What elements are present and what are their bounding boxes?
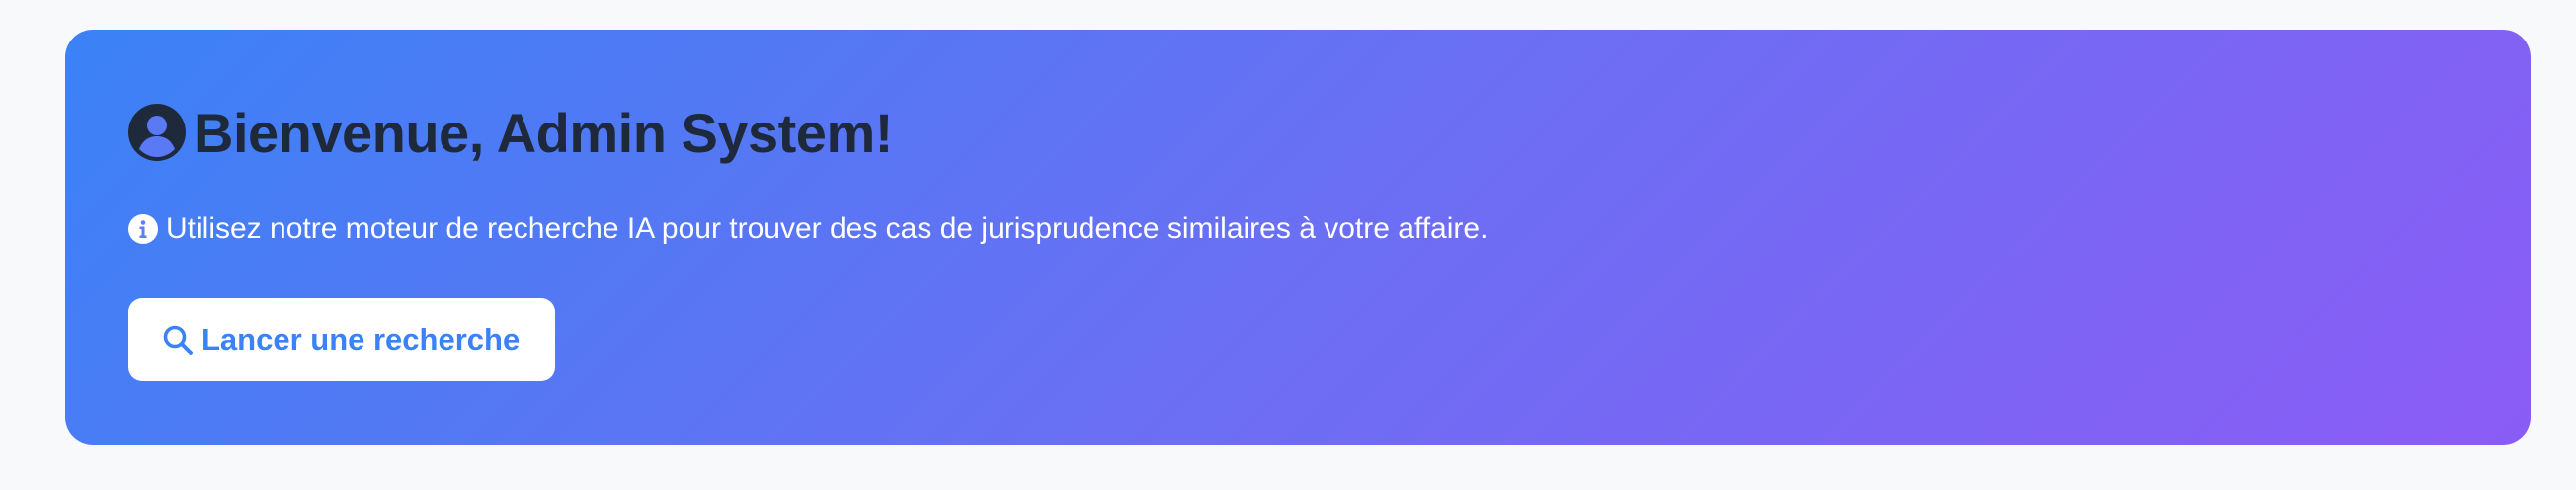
launch-search-button[interactable]: Lancer une recherche	[128, 298, 556, 381]
user-circle-icon	[128, 104, 186, 161]
info-message: Utilisez notre moteur de recherche IA po…	[128, 209, 1488, 249]
search-button-label: Lancer une recherche	[201, 322, 521, 357]
welcome-banner: Bienvenue, Admin System! Utilisez notre …	[65, 30, 2531, 445]
page-title: Bienvenue, Admin System!	[194, 101, 893, 164]
welcome-header: Bienvenue, Admin System!	[128, 101, 893, 164]
search-icon	[162, 324, 194, 356]
info-circle-icon	[128, 214, 158, 244]
info-text: Utilisez notre moteur de recherche IA po…	[166, 212, 1489, 245]
